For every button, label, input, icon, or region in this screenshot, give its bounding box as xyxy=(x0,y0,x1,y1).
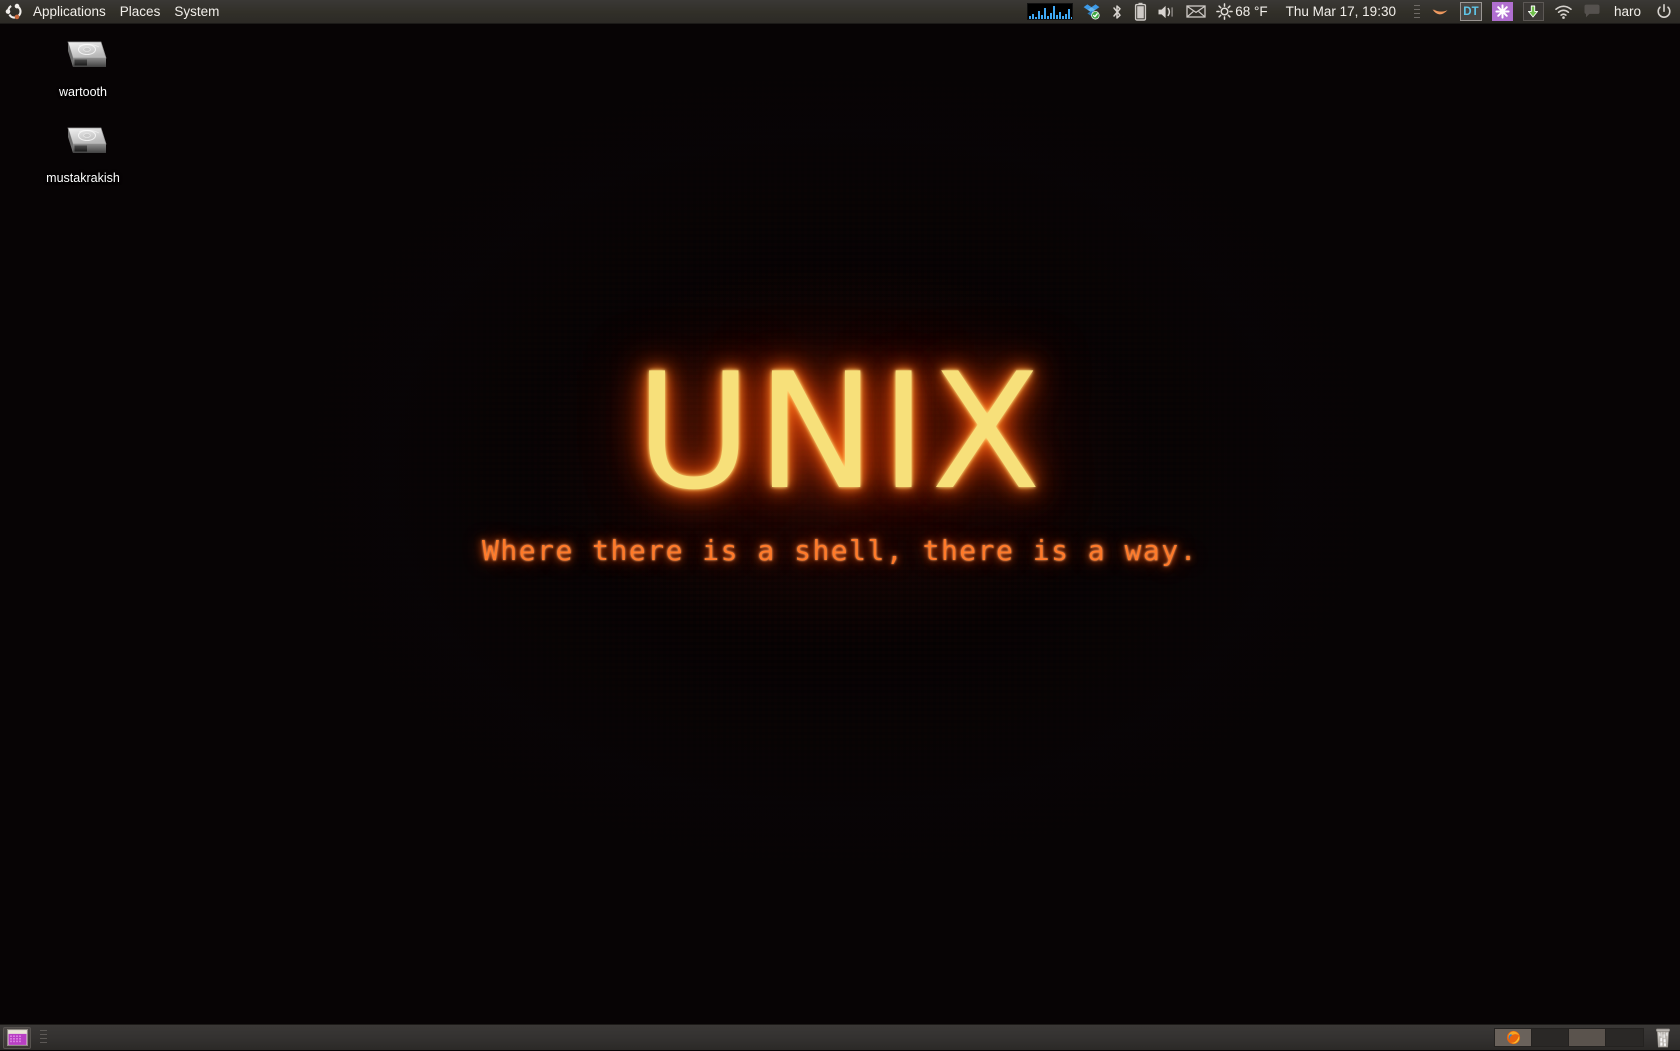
desktop-icon-mustakrakish[interactable]: mustakrakish xyxy=(25,120,141,186)
menu-system[interactable]: System xyxy=(167,0,226,24)
trash-applet[interactable] xyxy=(1650,1026,1676,1050)
desktop-icon-label: mustakrakish xyxy=(25,171,141,186)
show-desktop-button[interactable] xyxy=(3,1027,31,1049)
redshift-indicator[interactable] xyxy=(1425,0,1455,24)
show-desktop-icon xyxy=(7,1029,28,1046)
dropbox-indicator[interactable] xyxy=(1078,0,1105,24)
panel-grip[interactable] xyxy=(40,1030,47,1046)
volume-indicator[interactable] xyxy=(1152,0,1181,24)
wallpaper-title: UNIX xyxy=(0,352,1680,512)
system-monitor-graph-icon xyxy=(1027,3,1073,20)
chat-indicator[interactable] xyxy=(1578,0,1606,24)
sun-icon xyxy=(1216,3,1233,20)
wifi-icon xyxy=(1554,4,1573,20)
trash-icon xyxy=(1654,1028,1672,1048)
workspace-4[interactable] xyxy=(1606,1029,1643,1046)
snowflake-indicator[interactable] xyxy=(1487,0,1518,24)
bottom-panel xyxy=(0,1024,1680,1050)
speech-bubble-icon xyxy=(1583,4,1601,19)
power-icon xyxy=(1656,4,1672,20)
menu-applications[interactable]: Applications xyxy=(26,0,113,24)
download-arrow-icon xyxy=(1523,2,1544,21)
desktop-icon-label: wartooth xyxy=(25,85,141,100)
crescent-icon xyxy=(1430,3,1450,21)
workspace-1[interactable] xyxy=(1495,1029,1532,1046)
hard-drive-icon xyxy=(25,120,141,166)
clock-applet[interactable]: Thu Mar 17, 19:30 xyxy=(1273,0,1409,24)
username-label: haro xyxy=(1611,4,1646,19)
top-panel: Applications Places System xyxy=(0,0,1680,24)
dt-icon-label: DT xyxy=(1463,6,1478,18)
firefox-icon xyxy=(1506,1030,1521,1045)
workspace-switcher[interactable] xyxy=(1494,1028,1644,1047)
asterisk-icon xyxy=(1492,2,1513,21)
top-panel-tray: 68 °F Thu Mar 17, 19:30 DT xyxy=(1022,0,1680,24)
dropbox-icon xyxy=(1083,3,1100,20)
workspace-2[interactable] xyxy=(1532,1029,1569,1046)
desktop-icon-wartooth[interactable]: wartooth xyxy=(25,34,141,100)
update-manager-indicator[interactable] xyxy=(1518,0,1549,24)
bluetooth-icon xyxy=(1110,3,1124,21)
wallpaper-tagline: Where there is a shell, there is a way. xyxy=(0,534,1680,567)
battery-icon xyxy=(1134,2,1147,21)
notification-area-grip[interactable] xyxy=(1409,0,1425,24)
power-menu[interactable] xyxy=(1651,0,1680,24)
wallpaper-text-block: UNIX Where there is a shell, there is a … xyxy=(0,352,1680,567)
workspace-3[interactable] xyxy=(1569,1029,1606,1046)
user-menu[interactable]: haro xyxy=(1606,0,1651,24)
desktop-root[interactable]: UNIX Where there is a shell, there is a … xyxy=(0,0,1680,1050)
wifi-indicator[interactable] xyxy=(1549,0,1578,24)
battery-indicator[interactable] xyxy=(1129,0,1152,24)
weather-indicator[interactable]: 68 °F xyxy=(1211,0,1272,24)
mail-indicator[interactable] xyxy=(1181,0,1211,24)
speaker-icon xyxy=(1157,4,1176,20)
envelope-icon xyxy=(1186,4,1206,19)
ubuntu-logo-icon[interactable] xyxy=(0,0,26,24)
clock-text: Thu Mar 17, 19:30 xyxy=(1278,4,1404,19)
system-monitor-applet[interactable] xyxy=(1022,0,1078,24)
weather-temperature: 68 °F xyxy=(1233,4,1267,19)
bluetooth-indicator[interactable] xyxy=(1105,0,1129,24)
devilspie-indicator[interactable]: DT xyxy=(1455,0,1487,24)
hard-drive-icon xyxy=(25,34,141,80)
window-list[interactable] xyxy=(47,1025,1494,1051)
menu-places[interactable]: Places xyxy=(113,0,168,24)
